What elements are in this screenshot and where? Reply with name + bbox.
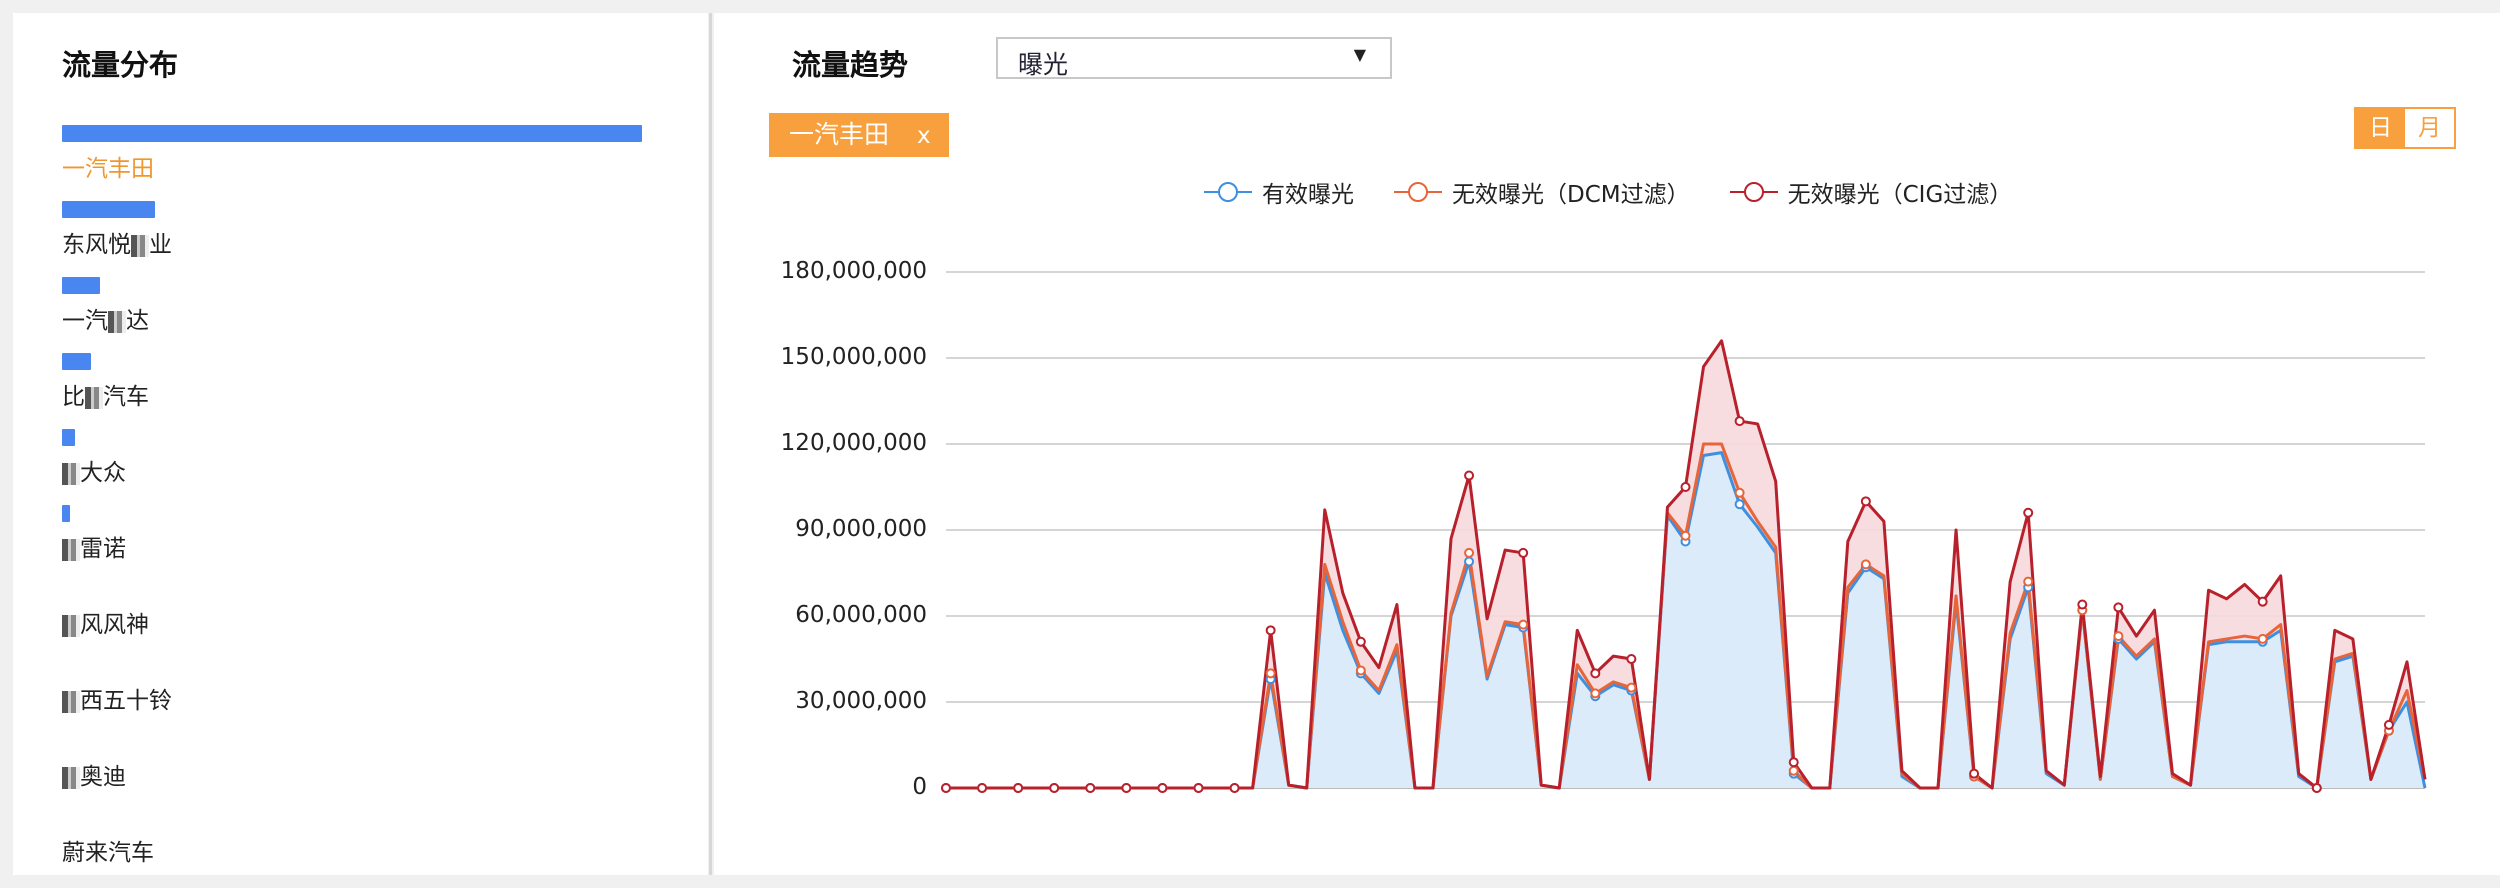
distribution-label: 奥迪 <box>62 757 126 791</box>
data-point <box>1464 556 1475 567</box>
distribution-label: 一汽丰田 <box>62 156 154 182</box>
data-point <box>1518 619 1529 630</box>
distribution-item[interactable]: 比汽车 <box>62 353 702 410</box>
distribution-label: 比汽车 <box>62 384 149 410</box>
data-point <box>1680 482 1691 492</box>
data-point <box>1626 654 1637 664</box>
data-point <box>1464 470 1475 481</box>
data-point <box>1355 636 1366 647</box>
trend-chart <box>941 271 2427 793</box>
distribution-item[interactable]: 风风神 <box>62 581 702 638</box>
redacted-text <box>62 614 80 637</box>
distribution-item[interactable]: 雷诺 <box>62 505 702 562</box>
data-point <box>1734 416 1745 427</box>
distribution-item[interactable]: 一汽丰田 <box>62 125 702 182</box>
data-point <box>1518 547 1529 558</box>
distribution-label: 蔚来汽车 <box>62 840 154 866</box>
data-point <box>2113 602 2124 613</box>
data-point <box>1680 530 1691 541</box>
distribution-item[interactable]: 西五十铃 <box>62 657 702 714</box>
distribution-label: 大众 <box>62 453 126 487</box>
data-point <box>1860 496 1871 507</box>
data-point <box>1788 757 1799 768</box>
redacted-text <box>85 386 103 409</box>
data-point <box>977 783 988 793</box>
distribution-label: 一汽达 <box>62 308 149 334</box>
data-point <box>1265 668 1276 679</box>
data-point <box>2023 576 2034 587</box>
data-point <box>1265 625 1276 636</box>
data-point <box>1590 688 1601 699</box>
data-point <box>2077 599 2088 610</box>
data-point <box>2383 719 2394 730</box>
distribution-title: 流量分布 <box>62 48 179 82</box>
data-point <box>2311 783 2322 793</box>
data-point <box>1788 765 1799 776</box>
redacted-text <box>131 234 149 257</box>
data-point <box>1464 547 1475 558</box>
distribution-bar <box>62 201 155 218</box>
distribution-item[interactable]: 奥迪 <box>62 733 702 790</box>
redacted-text <box>62 766 80 789</box>
distribution-label: 西五十铃 <box>62 681 172 715</box>
data-point <box>1049 783 1060 793</box>
data-point <box>1121 783 1132 793</box>
redacted-text <box>62 462 80 485</box>
distribution-bar <box>62 505 70 522</box>
traffic-distribution-panel: 流量分布 一汽丰田东风悦业一汽达比汽车大众雷诺风风神西五十铃奥迪蔚来汽车 <box>13 13 708 875</box>
data-point <box>1734 487 1745 498</box>
data-point <box>2257 596 2268 607</box>
data-point <box>2023 507 2034 518</box>
data-point <box>1193 783 1204 793</box>
redacted-text <box>62 690 80 713</box>
distribution-bar <box>62 125 642 142</box>
redacted-text <box>108 310 126 333</box>
data-point <box>1229 783 1240 793</box>
distribution-label: 东风悦业 <box>62 232 172 258</box>
distribution-item[interactable]: 蔚来汽车 <box>62 809 702 866</box>
distribution-bar <box>62 277 100 294</box>
distribution-bar <box>62 353 91 370</box>
redacted-text <box>62 538 80 561</box>
distribution-item[interactable]: 一汽达 <box>62 277 702 334</box>
data-point <box>1085 783 1096 793</box>
data-point <box>1860 559 1871 570</box>
data-point <box>1626 682 1637 693</box>
data-point <box>2113 631 2124 642</box>
data-point <box>1355 665 1366 676</box>
data-point <box>1969 768 1980 779</box>
distribution-item[interactable]: 大众 <box>62 429 702 486</box>
distribution-bar <box>62 429 75 446</box>
distribution-item[interactable]: 东风悦业 <box>62 201 702 258</box>
data-point <box>2257 633 2268 644</box>
panel-divider <box>709 13 712 875</box>
data-point <box>1157 783 1168 793</box>
traffic-trend-panel: 流量趋势 曝光 ▼ 一汽丰田 x 日 月 有效曝光 无效曝光（DCM过滤） 无效曝… <box>714 13 2500 875</box>
data-point <box>1590 668 1601 679</box>
data-point <box>1734 499 1745 510</box>
data-point <box>941 783 951 793</box>
data-point <box>1013 783 1024 793</box>
distribution-label: 风风神 <box>62 605 149 639</box>
distribution-label: 雷诺 <box>62 529 126 563</box>
